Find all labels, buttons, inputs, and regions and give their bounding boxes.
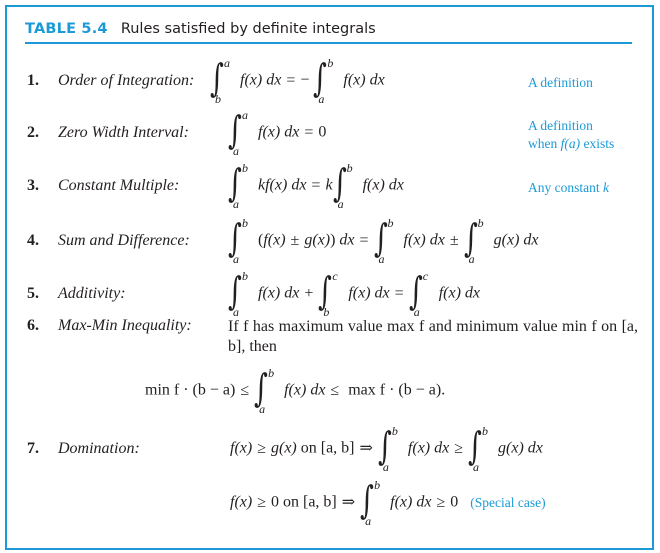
integral-sign: ∫ b a: [254, 366, 275, 416]
rule-name: Additivity:: [58, 285, 126, 302]
rule-number: 1.: [27, 72, 39, 89]
integral-sign: ∫ c b: [318, 269, 338, 319]
integral-sign: ∫ b a: [228, 216, 248, 266]
table-caption: Rules satisfied by definite integrals: [120, 21, 376, 37]
rule-name: Max-Min Inequality:: [58, 317, 192, 334]
rule-formula: ∫ a a f(x) dx = 0: [228, 108, 327, 158]
integral-sign: ∫ b a: [373, 216, 394, 266]
rule-formula: ∫ b a f(x) dx + ∫ c b f(x) dx = ∫ c a f(x) dx: [228, 269, 480, 319]
integral-sign: ∫ a b: [210, 56, 230, 106]
integral-sign: ∫ c a: [408, 269, 429, 319]
integral-sign: ∫ b a: [468, 424, 489, 474]
table-header: TABLE 5.4 Rules satisfied by definite in…: [25, 18, 632, 44]
rule-name: Constant Multiple:: [58, 177, 180, 194]
rule-number: 3.: [27, 177, 39, 194]
rule-number: 6.: [27, 317, 39, 334]
rule-note: A definition when f(a) exists: [528, 118, 615, 151]
rule-formula: f(x) ≥ g(x) on [a, b] ⇒ ∫ b a f(x) dx ≥ ∫ b a g(x) d…: [230, 424, 543, 474]
rule-name: Zero Width Interval:: [58, 124, 189, 141]
rule-name: Order of Integration:: [58, 72, 195, 89]
rule-note: A definition: [528, 75, 593, 90]
rule-number: 7.: [27, 440, 39, 457]
rule-number: 5.: [27, 285, 39, 302]
rule-description: If f has maximum value max f and minimum…: [228, 318, 638, 355]
integral-sign: ∫ a a: [228, 108, 248, 158]
rule-name: Domination:: [58, 440, 140, 457]
rule-formula: ∫ b a (f(x) ± g(x)) dx = ∫ b a f(x) dx ± ∫ b a g(x) dx: [228, 216, 539, 266]
rule-name: Sum and Difference:: [58, 232, 190, 249]
rule-number: 2.: [27, 124, 39, 141]
integral-sign: ∫ b a: [228, 161, 248, 211]
integral-sign: ∫ b a: [332, 161, 353, 211]
rule-note: Any constant k: [528, 180, 609, 195]
integral-sign: ∫ b a: [463, 216, 484, 266]
integral-sign: ∫ b a: [228, 269, 248, 319]
rule-note: (Special case): [470, 494, 546, 510]
rule-formula: ∫ b a kf(x) dx = k ∫ b a f(x) dx: [228, 161, 404, 211]
integral-sign: ∫ b a: [313, 56, 334, 106]
rule-formula: min f · (b − a) ≤ ∫ b a f(x) dx ≤ max f · (b −…: [145, 366, 446, 416]
rule-formula: ∫ a b f(x) dx = − ∫ b a f(x) dx: [210, 56, 385, 106]
rule-formula-special: f(x) ≥0 on [a, b] ⇒ ∫ b a f(x) dx ≥0 (Special c…: [230, 478, 546, 528]
table-number: TABLE 5.4: [25, 21, 108, 37]
integral-sign: ∫ b a: [377, 424, 398, 474]
rule-number: 4.: [27, 232, 39, 249]
integral-sign: ∫ b a: [360, 478, 381, 528]
